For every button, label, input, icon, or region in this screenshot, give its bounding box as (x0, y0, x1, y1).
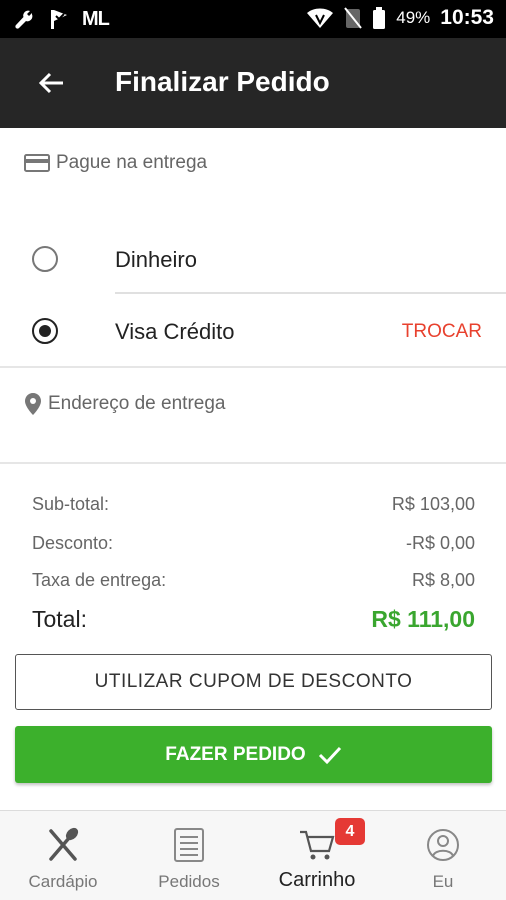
carrier-text: ML (82, 7, 110, 30)
nav-label: Pedidos (158, 872, 220, 891)
radio-visa[interactable] (32, 318, 58, 344)
bottom-nav: Cardápio Pedidos Carrinho Eu (0, 810, 506, 900)
battery-icon (373, 7, 386, 29)
subtotal-value: R$ 103,00 (391, 494, 475, 514)
divider (0, 366, 506, 368)
total-value: R$ 111,00 (371, 606, 475, 632)
check-icon (318, 746, 341, 764)
payment-header: Pague na entrega (24, 152, 207, 174)
battery-percent: 49% (396, 8, 431, 27)
location-pin-icon (25, 393, 41, 415)
clock: 10:53 (440, 6, 494, 29)
discount-row: Desconto: -R$ 0,00 (32, 533, 475, 554)
status-notifications: ML (12, 7, 110, 31)
credit-card-icon (24, 154, 50, 172)
address-header[interactable]: Endereço de entrega (24, 392, 225, 416)
radio-dinheiro[interactable] (32, 246, 58, 272)
nav-pedidos[interactable]: Pedidos (126, 811, 252, 900)
wifi-icon (307, 8, 334, 28)
cutlery-icon (49, 827, 79, 861)
delivery-fee-value: R$ 8,00 (411, 570, 475, 590)
cart-icon (300, 830, 335, 860)
divider (115, 292, 506, 294)
place-order-label: FAZER PEDIDO (165, 743, 306, 765)
back-button[interactable] (28, 60, 74, 106)
nav-label: Carrinho (278, 869, 356, 891)
user-icon (427, 829, 459, 861)
change-payment-button[interactable]: TROCAR (402, 321, 482, 343)
subtotal-label: Sub-total: (32, 494, 110, 514)
payment-option-dinheiro[interactable]: Dinheiro (0, 224, 506, 294)
divider (0, 462, 506, 464)
status-system: 49% 10:53 (306, 6, 494, 30)
place-order-button[interactable]: FAZER PEDIDO (15, 726, 492, 783)
discount-label: Desconto: (32, 533, 114, 553)
nav-label: Cardápio (28, 872, 98, 891)
signal-flag-icon (51, 10, 67, 29)
payment-option-label: Dinheiro (115, 247, 197, 272)
address-header-label: Endereço de entrega (48, 393, 226, 414)
app-bar: Finalizar Pedido (0, 38, 506, 128)
status-bar: ML 49% 10:53 (0, 0, 506, 38)
cart-count-badge: 4 (335, 818, 365, 845)
total-label: Total: (32, 606, 87, 632)
nav-label: Eu (432, 872, 454, 891)
wrench-icon (15, 10, 33, 29)
payment-option-label: Visa Crédito (115, 319, 235, 344)
delivery-fee-label: Taxa de entrega: (32, 570, 167, 590)
payment-header-label: Pague na entrega (56, 152, 208, 173)
nav-cardapio[interactable]: Cardápio (0, 811, 126, 900)
total-row: Total: R$ 111,00 (32, 606, 475, 633)
nav-eu[interactable]: Eu (380, 811, 506, 900)
use-coupon-button[interactable]: UTILIZAR CUPOM DE DESCONTO (15, 654, 492, 710)
payment-option-visa[interactable]: Visa Crédito TROCAR (0, 296, 506, 366)
page-title: Finalizar Pedido (115, 66, 330, 97)
subtotal-row: Sub-total: R$ 103,00 (32, 494, 475, 515)
delivery-fee-row: Taxa de entrega: R$ 8,00 (32, 570, 475, 591)
no-signal-icon (344, 7, 363, 29)
list-icon (174, 828, 204, 862)
arrow-left-icon (38, 72, 63, 94)
discount-value: -R$ 0,00 (405, 533, 475, 553)
